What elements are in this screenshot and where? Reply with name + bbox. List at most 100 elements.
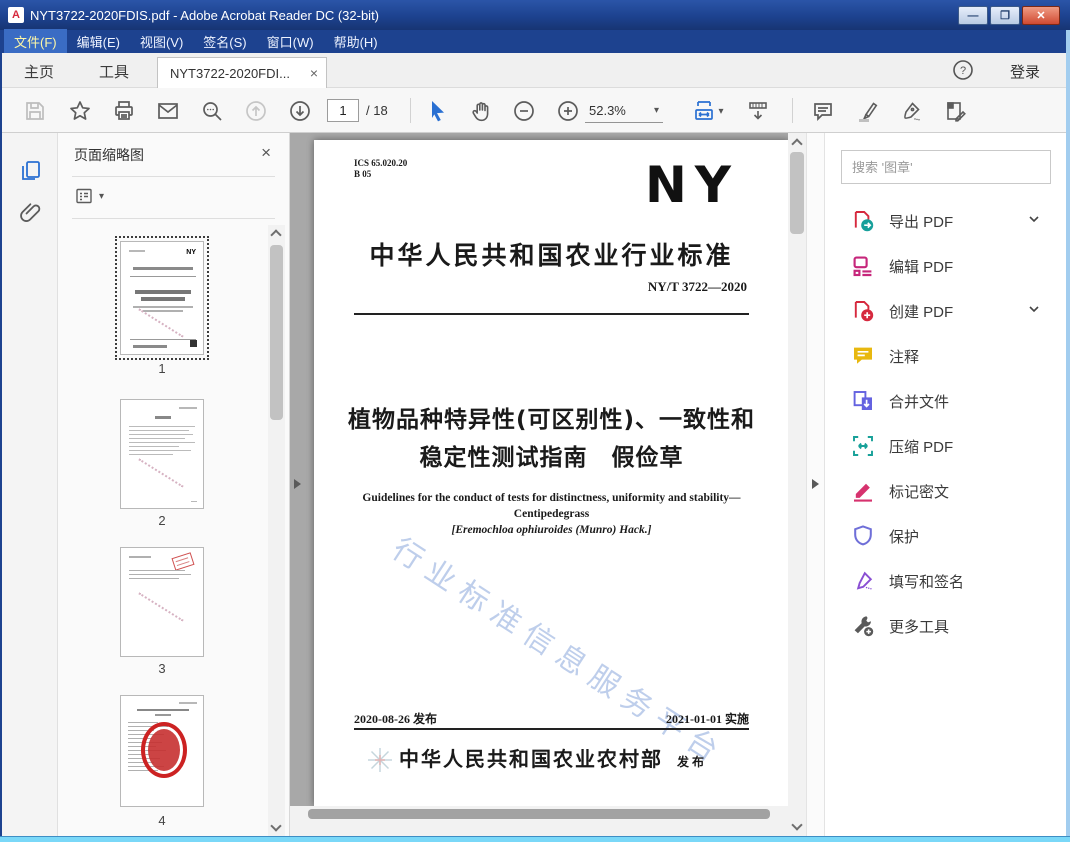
scrollbar-thumb[interactable] bbox=[308, 809, 770, 819]
doc-title-line1: 植物品种特异性(可区别性)、一致性和 bbox=[347, 407, 756, 433]
tool-label: 标记密文 bbox=[889, 483, 950, 501]
tool-combine-files[interactable]: 合并文件 bbox=[825, 381, 1067, 421]
more-tools-icon bbox=[851, 614, 875, 638]
attachments-paperclip-icon[interactable] bbox=[18, 200, 44, 226]
thumb-art bbox=[129, 250, 145, 252]
tool-create-pdf[interactable]: 创建 PDF bbox=[825, 291, 1067, 331]
help-icon[interactable]: ? bbox=[952, 59, 974, 86]
thumbnail-page-3[interactable] bbox=[120, 547, 204, 657]
comment-icon bbox=[851, 344, 875, 368]
thumb-art bbox=[130, 339, 196, 340]
thumb-art bbox=[155, 714, 171, 716]
maximize-button[interactable]: ❐ bbox=[990, 6, 1020, 25]
thumb-art bbox=[143, 310, 183, 312]
zoom-level-value: 52.3% bbox=[589, 103, 626, 118]
scroll-up-icon[interactable] bbox=[791, 138, 803, 150]
menu-view[interactable]: 视图(V) bbox=[130, 29, 193, 54]
tab-document-label: NYT3722-2020FDI... bbox=[170, 65, 290, 81]
toolbar-separator bbox=[410, 98, 411, 123]
standard-number: NY/T 3722—2020 bbox=[647, 279, 747, 294]
collapse-left-panel-handle[interactable] bbox=[294, 479, 301, 489]
thumbnails-scrollbar[interactable] bbox=[268, 225, 285, 836]
tools-panel: 导出 PDF 编辑 PDF 创建 PDF 注释 bbox=[824, 133, 1066, 836]
title-bar: A NYT3722-2020FDIS.pdf - Adobe Acrobat R… bbox=[0, 0, 1070, 30]
thumbnails-panel: 页面缩略图 × ▾ NY 1 2 3 4 bbox=[58, 133, 290, 836]
thumbnail-page-1[interactable]: NY bbox=[115, 236, 209, 360]
document-hscrollbar[interactable] bbox=[290, 806, 788, 822]
fit-width-icon[interactable]: ▾ bbox=[690, 98, 726, 124]
tool-label: 导出 PDF bbox=[889, 213, 954, 231]
close-button[interactable]: ✕ bbox=[1022, 6, 1060, 25]
menu-window[interactable]: 窗口(W) bbox=[257, 29, 324, 54]
tab-document[interactable]: NYT3722-2020FDI... × bbox=[157, 57, 327, 88]
document-vscrollbar[interactable] bbox=[788, 133, 806, 836]
tool-compress-pdf[interactable]: 压缩 PDF bbox=[825, 426, 1067, 466]
chevron-down-icon[interactable] bbox=[1027, 302, 1041, 321]
menu-file[interactable]: 文件(F) bbox=[4, 29, 67, 54]
thumb-art bbox=[129, 442, 195, 443]
tab-close-icon[interactable]: × bbox=[310, 65, 318, 81]
page-display-icon[interactable] bbox=[745, 98, 771, 124]
panel-close-icon[interactable]: × bbox=[261, 143, 271, 163]
thumb-art bbox=[133, 267, 193, 270]
scroll-up-icon[interactable] bbox=[270, 229, 282, 241]
print-icon[interactable] bbox=[111, 98, 137, 124]
page-number-input[interactable] bbox=[327, 99, 359, 122]
tool-protect[interactable]: 保护 bbox=[825, 516, 1067, 556]
hand-tool-icon[interactable] bbox=[468, 98, 494, 124]
window-title: NYT3722-2020FDIS.pdf - Adobe Acrobat Rea… bbox=[30, 7, 380, 23]
collapse-right-panel-handle[interactable] bbox=[812, 479, 819, 489]
tool-label: 编辑 PDF bbox=[889, 258, 954, 276]
scrollbar-thumb[interactable] bbox=[790, 152, 804, 234]
save-icon[interactable] bbox=[22, 98, 48, 124]
tool-edit-pdf[interactable]: 编辑 PDF bbox=[825, 246, 1067, 286]
star-icon[interactable] bbox=[67, 98, 93, 124]
pdf-page[interactable]: ICS 65.020.20 B 05 NY 中华人民共和国农业行业标准 NY/T… bbox=[314, 140, 789, 806]
tool-fill-sign[interactable]: 填写和签名 bbox=[825, 561, 1067, 601]
thumb-art bbox=[129, 438, 185, 439]
implementation-date: 2021-01-01 实施 bbox=[666, 712, 749, 726]
doc-latin-name: [Eremochloa ophiuroides (Munro) Hack.] bbox=[451, 524, 652, 536]
page-down-icon[interactable] bbox=[287, 98, 313, 124]
stamp-sign-tool-icon[interactable] bbox=[942, 98, 968, 124]
sign-tool-icon[interactable] bbox=[898, 98, 924, 124]
minimize-button[interactable]: — bbox=[958, 6, 988, 25]
zoom-level-dropdown[interactable]: 52.3% ▾ bbox=[585, 99, 663, 123]
thumbnail-page-2[interactable] bbox=[120, 399, 204, 509]
window-border bbox=[1066, 30, 1070, 836]
sign-in-button[interactable]: 登录 bbox=[1010, 61, 1040, 82]
scrollbar-thumb[interactable] bbox=[270, 245, 283, 420]
email-icon[interactable] bbox=[155, 98, 181, 124]
comment-tool-icon[interactable] bbox=[810, 98, 836, 124]
tools-search-input[interactable] bbox=[841, 150, 1051, 184]
highlight-tool-icon[interactable] bbox=[854, 98, 880, 124]
tab-tools[interactable]: 工具 bbox=[99, 61, 129, 82]
thumb-art bbox=[191, 500, 197, 502]
tab-home[interactable]: 主页 bbox=[24, 61, 54, 82]
tool-more-tools[interactable]: 更多工具 bbox=[825, 606, 1067, 646]
menu-edit[interactable]: 编辑(E) bbox=[67, 29, 130, 54]
tool-redact[interactable]: 标记密文 bbox=[825, 471, 1067, 511]
menu-sign[interactable]: 签名(S) bbox=[193, 29, 256, 54]
thumb-art bbox=[133, 345, 167, 348]
tool-export-pdf[interactable]: 导出 PDF bbox=[825, 201, 1067, 241]
thumbnails-options-button[interactable]: ▾ bbox=[74, 186, 104, 206]
thumbnail-page-4[interactable] bbox=[120, 695, 204, 807]
search-icon[interactable] bbox=[199, 98, 225, 124]
thumbnail-page-number: 4 bbox=[158, 813, 166, 828]
zoom-in-icon[interactable] bbox=[555, 98, 581, 124]
ny-logo: NY bbox=[644, 156, 739, 214]
chevron-down-icon: ▾ bbox=[718, 105, 724, 117]
select-tool-icon[interactable] bbox=[424, 98, 450, 124]
scroll-down-icon[interactable] bbox=[791, 819, 803, 831]
left-rail bbox=[2, 133, 58, 836]
page-thumbnails-icon[interactable] bbox=[18, 158, 44, 184]
page-up-icon[interactable] bbox=[243, 98, 269, 124]
scroll-down-icon[interactable] bbox=[270, 820, 282, 832]
chevron-down-icon[interactable] bbox=[1027, 212, 1041, 231]
menu-help[interactable]: 帮助(H) bbox=[324, 29, 388, 54]
tool-label: 保护 bbox=[889, 528, 920, 546]
zoom-out-icon[interactable] bbox=[511, 98, 537, 124]
publisher-row: 中华人民共和国农业农村部 发 布 bbox=[314, 743, 789, 772]
tool-comment[interactable]: 注释 bbox=[825, 336, 1067, 376]
